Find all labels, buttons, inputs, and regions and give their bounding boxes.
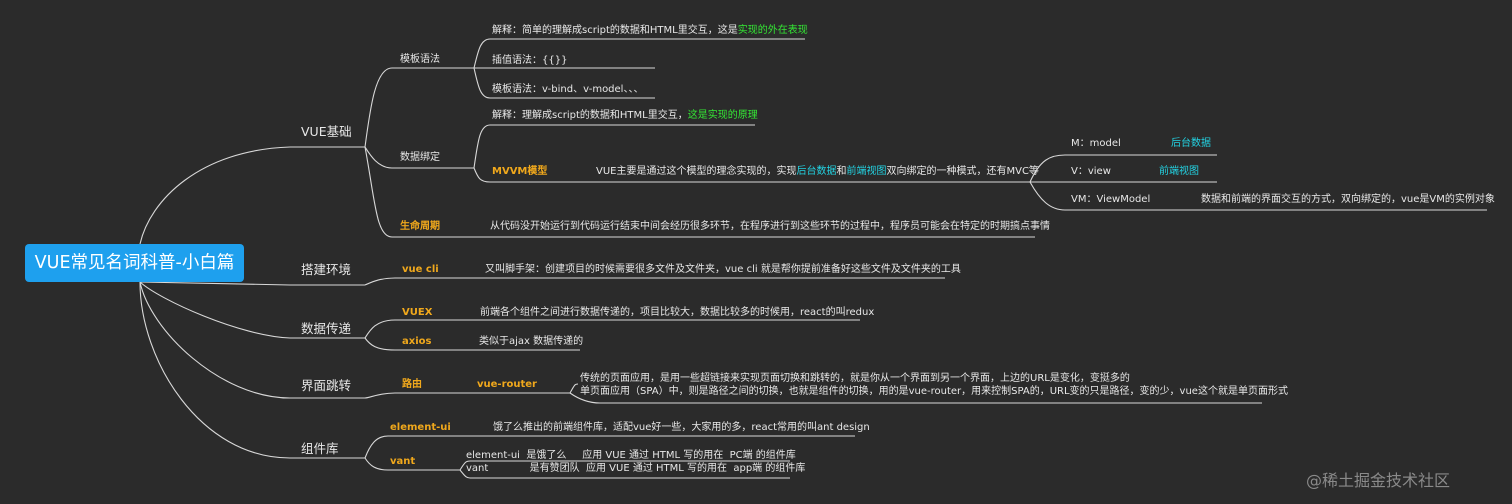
node-element-ui-desc: 饿了么推出的前端组件库，适配vue好一些，大家用的多，react常用的叫ant … (493, 422, 870, 433)
highlight-text: 前端视图 (846, 166, 887, 177)
highlight-text: 实现的外在表现 (737, 25, 808, 36)
node-mvvm-desc[interactable]: VUE主要是通过这个模型的理念实现的，实现后台数据和前端视图双向绑定的一种模式，… (596, 166, 1039, 178)
node-model-note: 后台数据 (1171, 138, 1211, 149)
text-part: VUE主要是通过这个模型的理念实现的，实现 (596, 166, 797, 177)
node-mvvm[interactable]: MVVM模型 (492, 166, 547, 178)
node-template-explain[interactable]: 解释：简单的理解成script的数据和HTML里交互，这是实现的外在表现 (492, 25, 808, 37)
node-viewmodel-note: 数据和前端的界面交互的方式，双向绑定的，vue是VM的实例对象 (1201, 194, 1495, 205)
text-part: 双向绑定的一种模式，还有MVC等 (886, 166, 1039, 177)
node-viewmodel[interactable]: VM：ViewModel (1071, 194, 1150, 206)
node-lifecycle-desc: 从代码没开始运行到代码运行结束中间会经历很多环节，在程序进行到这些环节的过程中，… (490, 221, 1050, 232)
root-topic[interactable]: VUE常见名词科普-小白篇 (25, 244, 244, 282)
topic-page-navigation[interactable]: 界面跳转 (301, 378, 351, 393)
node-vue-cli-desc: 又叫脚手架：创建项目的时候需要很多文件及文件夹，vue cli 就是帮你提前准备… (485, 264, 961, 275)
text-part: 解释：理解成script的数据和HTML里交互， (492, 110, 688, 121)
node-directives[interactable]: 模板语法：v-bind、v-model、、、 (492, 84, 643, 96)
node-template-syntax[interactable]: 模板语法 (400, 54, 440, 66)
node-vuex[interactable]: VUEX (402, 307, 432, 319)
topic-component-lib[interactable]: 组件库 (301, 441, 339, 456)
node-vant-row-1: element-ui 是饿了么 应用 VUE 通过 HTML 写的用在 PC端 … (466, 450, 796, 461)
node-vant[interactable]: vant (390, 456, 415, 468)
node-vuex-desc: 前端各个组件之间进行数据传递的，项目比较大，数据比较多的时候用，react的叫r… (480, 307, 875, 318)
topic-build-env[interactable]: 搭建环境 (301, 262, 351, 277)
node-routing[interactable]: 路由 (402, 379, 422, 391)
highlight-text: 这是实现的原理 (687, 110, 758, 121)
watermark: @稀土掘金技术社区 (1306, 471, 1451, 490)
node-vue-cli[interactable]: vue cli (402, 264, 439, 276)
node-interpolation[interactable]: 插值语法：{{}} (492, 55, 567, 67)
node-data-binding[interactable]: 数据绑定 (400, 152, 440, 164)
node-element-ui[interactable]: element-ui (390, 422, 451, 434)
text-part: 解释：简单的理解成script的数据和HTML里交互，这是 (492, 25, 738, 36)
topic-data-transfer[interactable]: 数据传递 (301, 321, 351, 336)
node-router-desc-2: 单页面应用（SPA）中，则是路径之间的切换，也就是组件的切换，用的是vue-ro… (580, 386, 1288, 397)
topic-vue-basics[interactable]: VUE基础 (301, 124, 352, 139)
node-axios[interactable]: axios (402, 336, 431, 348)
node-router-desc-1: 传统的页面应用，是用一些超链接来实现页面切换和跳转的，就是你从一个界面到另一个界… (580, 373, 1130, 384)
node-view-note: 前端视图 (1159, 166, 1199, 177)
node-lifecycle[interactable]: 生命周期 (400, 221, 440, 233)
node-view[interactable]: V：view (1071, 166, 1111, 178)
node-vue-router[interactable]: vue-router (477, 379, 537, 391)
highlight-text: 后台数据 (796, 166, 837, 177)
node-axios-desc: 类似于ajax 数据传递的 (479, 336, 584, 347)
node-model[interactable]: M：model (1071, 138, 1121, 150)
text-part: 和 (836, 166, 847, 177)
node-vant-row-2: vant 是有赞团队 应用 VUE 通过 HTML 写的用在 app端 的组件库 (466, 463, 806, 474)
node-binding-explain[interactable]: 解释：理解成script的数据和HTML里交互，这是实现的原理 (492, 110, 758, 122)
